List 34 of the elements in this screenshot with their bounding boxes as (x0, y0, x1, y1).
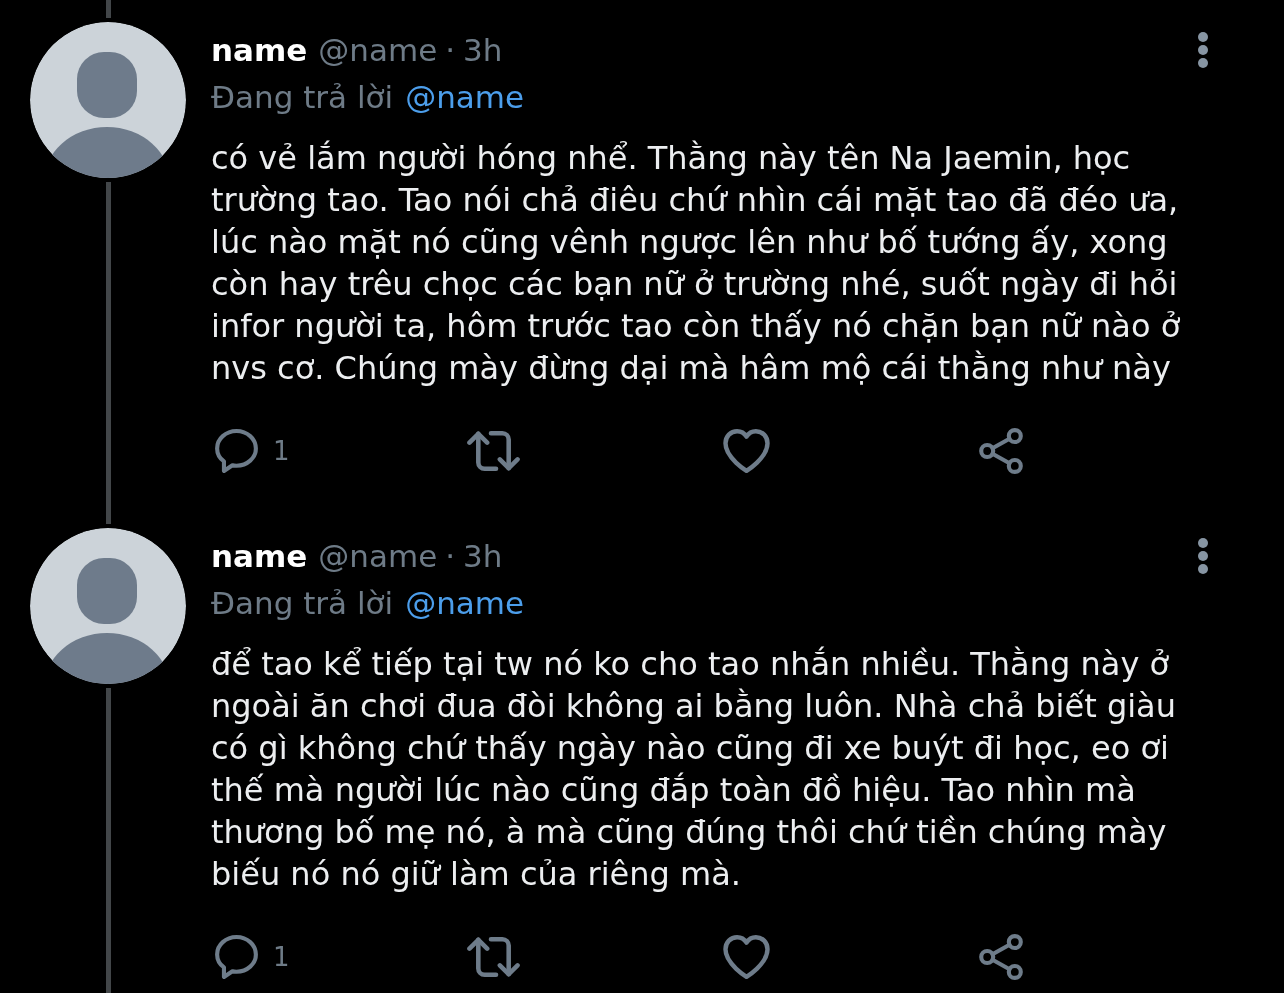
vertical-ellipsis-icon[interactable] (1197, 538, 1209, 574)
share-button[interactable] (979, 934, 1023, 980)
arrows-cycle-icon (467, 937, 520, 977)
vertical-ellipsis-icon[interactable] (1197, 32, 1209, 68)
display-name[interactable]: name (211, 32, 308, 68)
like-button[interactable] (723, 935, 770, 979)
arrows-cycle-icon (467, 431, 520, 471)
display-name[interactable]: name (211, 538, 308, 574)
avatar-icon[interactable] (30, 22, 186, 178)
user-handle: @name (318, 538, 438, 574)
post-text: để tao kể tiếp tại tw nó ko cho tao nhắn nhiều. Thằng này ở ngoài ăn chơi đua đòi không ai bằng luôn. Nhà chả biết giàu có gì không chứ thấy ngày nào cũng đi xe buýt đi học, eo ơi thế mà người lúc nào cũng đắp toàn đồ hiệu. Tao nhìn mà thương bố mẹ nó, à mà cũng đúng thôi chứ tiền chúng mày biếu nó nó giữ làm của riêng mà. (211, 644, 1177, 895)
reply-context-label: Đang trả lời (211, 79, 394, 115)
post-time: 3h (463, 538, 503, 574)
post-time: 3h (463, 32, 503, 68)
heart-icon (723, 429, 770, 473)
mention-link[interactable]: @name (405, 79, 525, 115)
speech-bubble-icon (215, 429, 258, 473)
post-text: có vẻ lắm người hóng nhể. Thằng này tên Na Jaemin, học trường tao. Tao nói chả điêu chứ nhìn cái mặt tao đã đéo ưa, lúc nào mặt nó cũng vênh ngược lên như bố tướng ấy, xong còn hay trêu chọc các bạn nữ ở trường nhé, suốt ngày đi hỏi infor người ta, hôm trước tao còn thấy nó chặn bạn nữ nào ở nvs cơ. Chúng mày đừng dại mà hâm mộ cái thằng như này (211, 138, 1182, 389)
share-icon (979, 934, 1023, 980)
avatar-icon[interactable] (30, 528, 186, 684)
share-icon (979, 428, 1023, 474)
like-button[interactable] (723, 429, 770, 473)
mention-link[interactable]: @name (405, 585, 525, 621)
separator-dot: · (445, 32, 456, 68)
retweet-button[interactable] (467, 937, 520, 977)
reply-button[interactable]: 1 (215, 429, 290, 473)
retweet-button[interactable] (467, 431, 520, 471)
reply-context-label: Đang trả lời (211, 585, 394, 621)
speech-bubble-icon (215, 935, 258, 979)
heart-icon (723, 935, 770, 979)
reply-button[interactable]: 1 (215, 935, 290, 979)
user-handle: @name (318, 32, 438, 68)
separator-dot: · (445, 538, 456, 574)
share-button[interactable] (979, 428, 1023, 474)
